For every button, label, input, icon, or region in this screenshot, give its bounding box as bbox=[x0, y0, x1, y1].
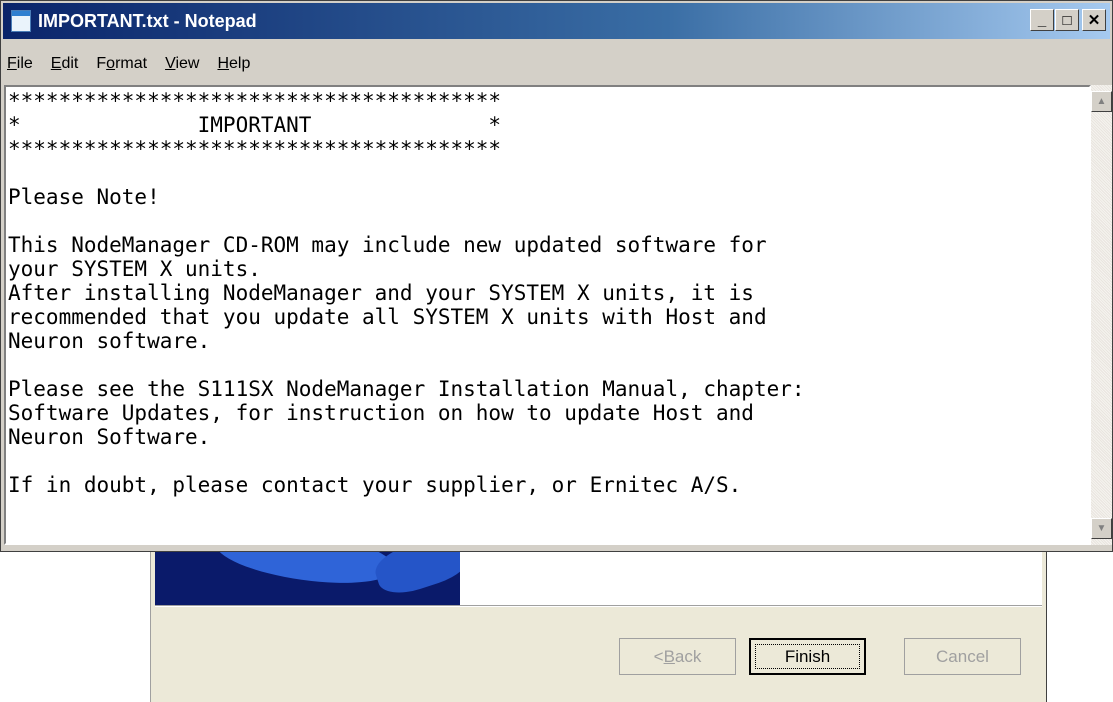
notepad-window: IMPORTANT.txt - Notepad _ □ ✕ File Edit … bbox=[0, 0, 1113, 552]
document-text[interactable]: *************************************** … bbox=[6, 87, 1089, 497]
maximize-icon: □ bbox=[1062, 11, 1072, 29]
menu-edit-accelerator: E bbox=[50, 55, 62, 72]
minimize-icon: _ bbox=[1037, 11, 1047, 29]
menu-help-label: elp bbox=[229, 55, 251, 72]
back-button[interactable]: < Back bbox=[619, 638, 736, 675]
maximize-button[interactable]: □ bbox=[1055, 9, 1079, 31]
menu-bar: File Edit Format View Help bbox=[3, 51, 259, 77]
menu-file-accelerator: F bbox=[7, 55, 17, 72]
text-editor[interactable]: *************************************** … bbox=[4, 85, 1091, 545]
scroll-up-button[interactable]: ▲ bbox=[1091, 91, 1112, 112]
installer-content-area bbox=[460, 550, 1042, 605]
vertical-scrollbar[interactable]: ▲ ▼ bbox=[1091, 85, 1112, 545]
back-button-accelerator: B bbox=[663, 646, 675, 666]
menu-view-accelerator: V bbox=[165, 55, 176, 72]
menu-view-label: iew bbox=[175, 55, 200, 72]
menu-format-accelerator: o bbox=[106, 55, 116, 72]
close-button[interactable]: ✕ bbox=[1082, 9, 1106, 31]
menu-format-label-prefix: F bbox=[96, 55, 107, 72]
scroll-down-icon: ▼ bbox=[1096, 523, 1107, 534]
installer-separator bbox=[155, 605, 1042, 607]
focus-rectangle bbox=[755, 644, 860, 669]
cancel-button[interactable]: Cancel bbox=[904, 638, 1021, 675]
menu-format-label: rmat bbox=[115, 55, 148, 72]
window-title: IMPORTANT.txt - Notepad bbox=[38, 10, 257, 31]
back-button-label-suffix: ack bbox=[674, 646, 702, 666]
minimize-button[interactable]: _ bbox=[1030, 9, 1054, 31]
menu-file[interactable]: File bbox=[3, 55, 42, 73]
title-bar[interactable]: IMPORTANT.txt - Notepad _ □ ✕ bbox=[3, 3, 1110, 39]
cancel-button-label: Cancel bbox=[936, 646, 989, 666]
scroll-down-button[interactable]: ▼ bbox=[1091, 518, 1112, 539]
menu-edit[interactable]: Edit bbox=[42, 55, 88, 73]
menu-help[interactable]: Help bbox=[208, 55, 259, 73]
finish-button[interactable]: Finish bbox=[749, 638, 866, 675]
menu-view[interactable]: View bbox=[156, 55, 208, 73]
installer-banner-image bbox=[155, 550, 460, 605]
menu-format[interactable]: Format bbox=[87, 55, 156, 73]
banner-swoosh bbox=[370, 550, 460, 601]
menu-help-accelerator: H bbox=[217, 55, 230, 72]
notepad-icon[interactable] bbox=[11, 10, 31, 32]
menu-edit-label: dit bbox=[61, 55, 79, 72]
banner-swoosh bbox=[212, 550, 398, 593]
menu-file-label: ile bbox=[16, 55, 33, 72]
close-icon: ✕ bbox=[1087, 12, 1101, 29]
back-button-label-prefix: < bbox=[653, 646, 664, 666]
scroll-up-icon: ▲ bbox=[1096, 96, 1107, 107]
